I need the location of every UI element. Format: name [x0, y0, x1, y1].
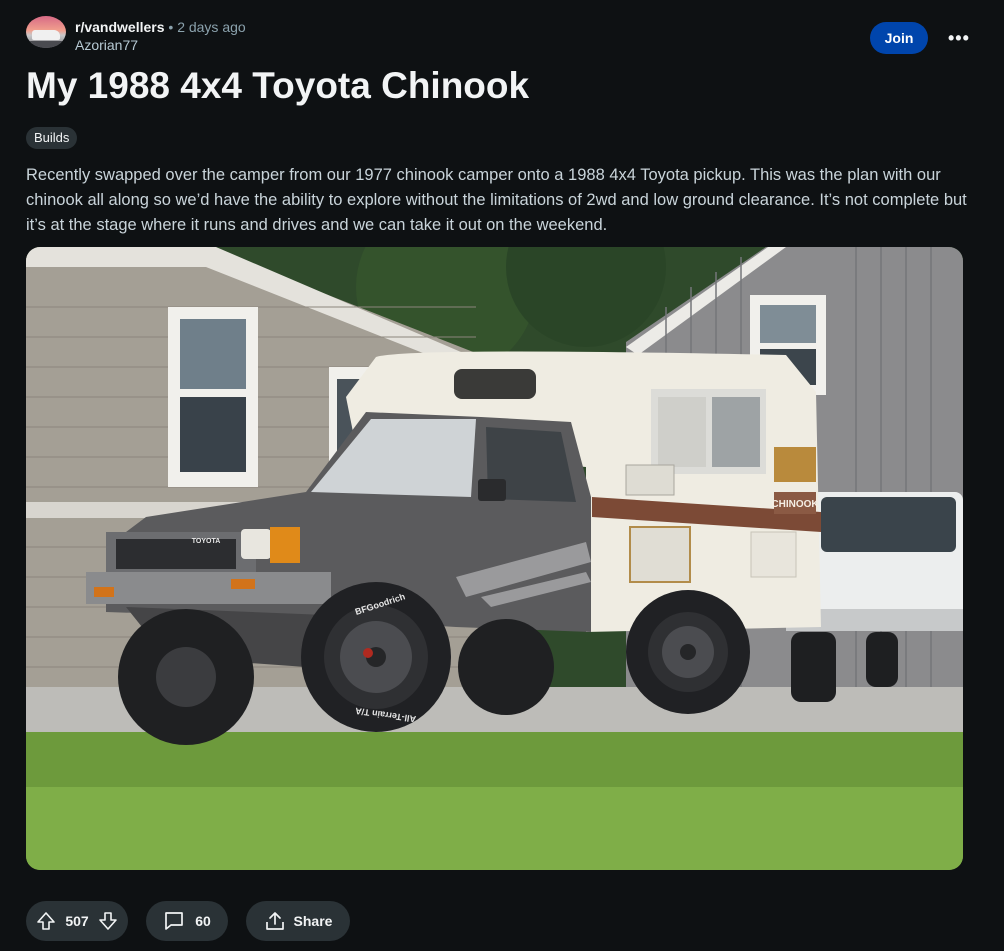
post-flair[interactable]: Builds: [26, 127, 78, 149]
vote-count: 507: [65, 913, 89, 929]
rear-left-wheel: [458, 619, 554, 715]
post-actions: 507 60 Share: [26, 901, 350, 941]
join-button[interactable]: Join: [870, 22, 928, 54]
share-button[interactable]: Share: [246, 901, 350, 941]
share-icon: [264, 910, 286, 932]
post-title[interactable]: My 1988 4x4 Toyota Chinook: [26, 64, 529, 108]
arrow-down-icon[interactable]: [96, 909, 120, 933]
post-container: r/vandwellers • 2 days ago Azorian77 Joi…: [0, 0, 1004, 951]
post-time: 2 days ago: [177, 19, 246, 35]
post-body: Recently swapped over the camper from ou…: [26, 166, 967, 234]
grille-badge: TOYOTA: [192, 538, 221, 545]
camper-badge: CHINOOK: [771, 499, 819, 510]
comment-count: 60: [195, 913, 211, 929]
author-link[interactable]: Azorian77: [75, 36, 246, 54]
vote-control: 507: [26, 901, 128, 941]
subreddit-avatar[interactable]: [26, 16, 66, 48]
post-header: r/vandwellers • 2 days ago Azorian77 Joi…: [26, 16, 974, 56]
share-label: Share: [293, 913, 333, 929]
post-image[interactable]: CHINOOK TOYOTA BFGoodrich All-Terrain T/…: [26, 247, 963, 870]
meta-separator: •: [168, 19, 174, 35]
arrow-up-icon[interactable]: [34, 909, 58, 933]
subreddit-link[interactable]: r/vandwellers: [75, 19, 165, 35]
ellipsis-icon: •••: [948, 27, 970, 48]
more-options-button[interactable]: •••: [942, 22, 974, 54]
post-meta: r/vandwellers • 2 days ago Azorian77: [75, 18, 246, 54]
rear-right-wheel: [626, 590, 750, 714]
comment-bubble-icon: [163, 910, 185, 932]
front-left-wheel: [118, 609, 254, 745]
comments-button[interactable]: 60: [146, 901, 228, 941]
